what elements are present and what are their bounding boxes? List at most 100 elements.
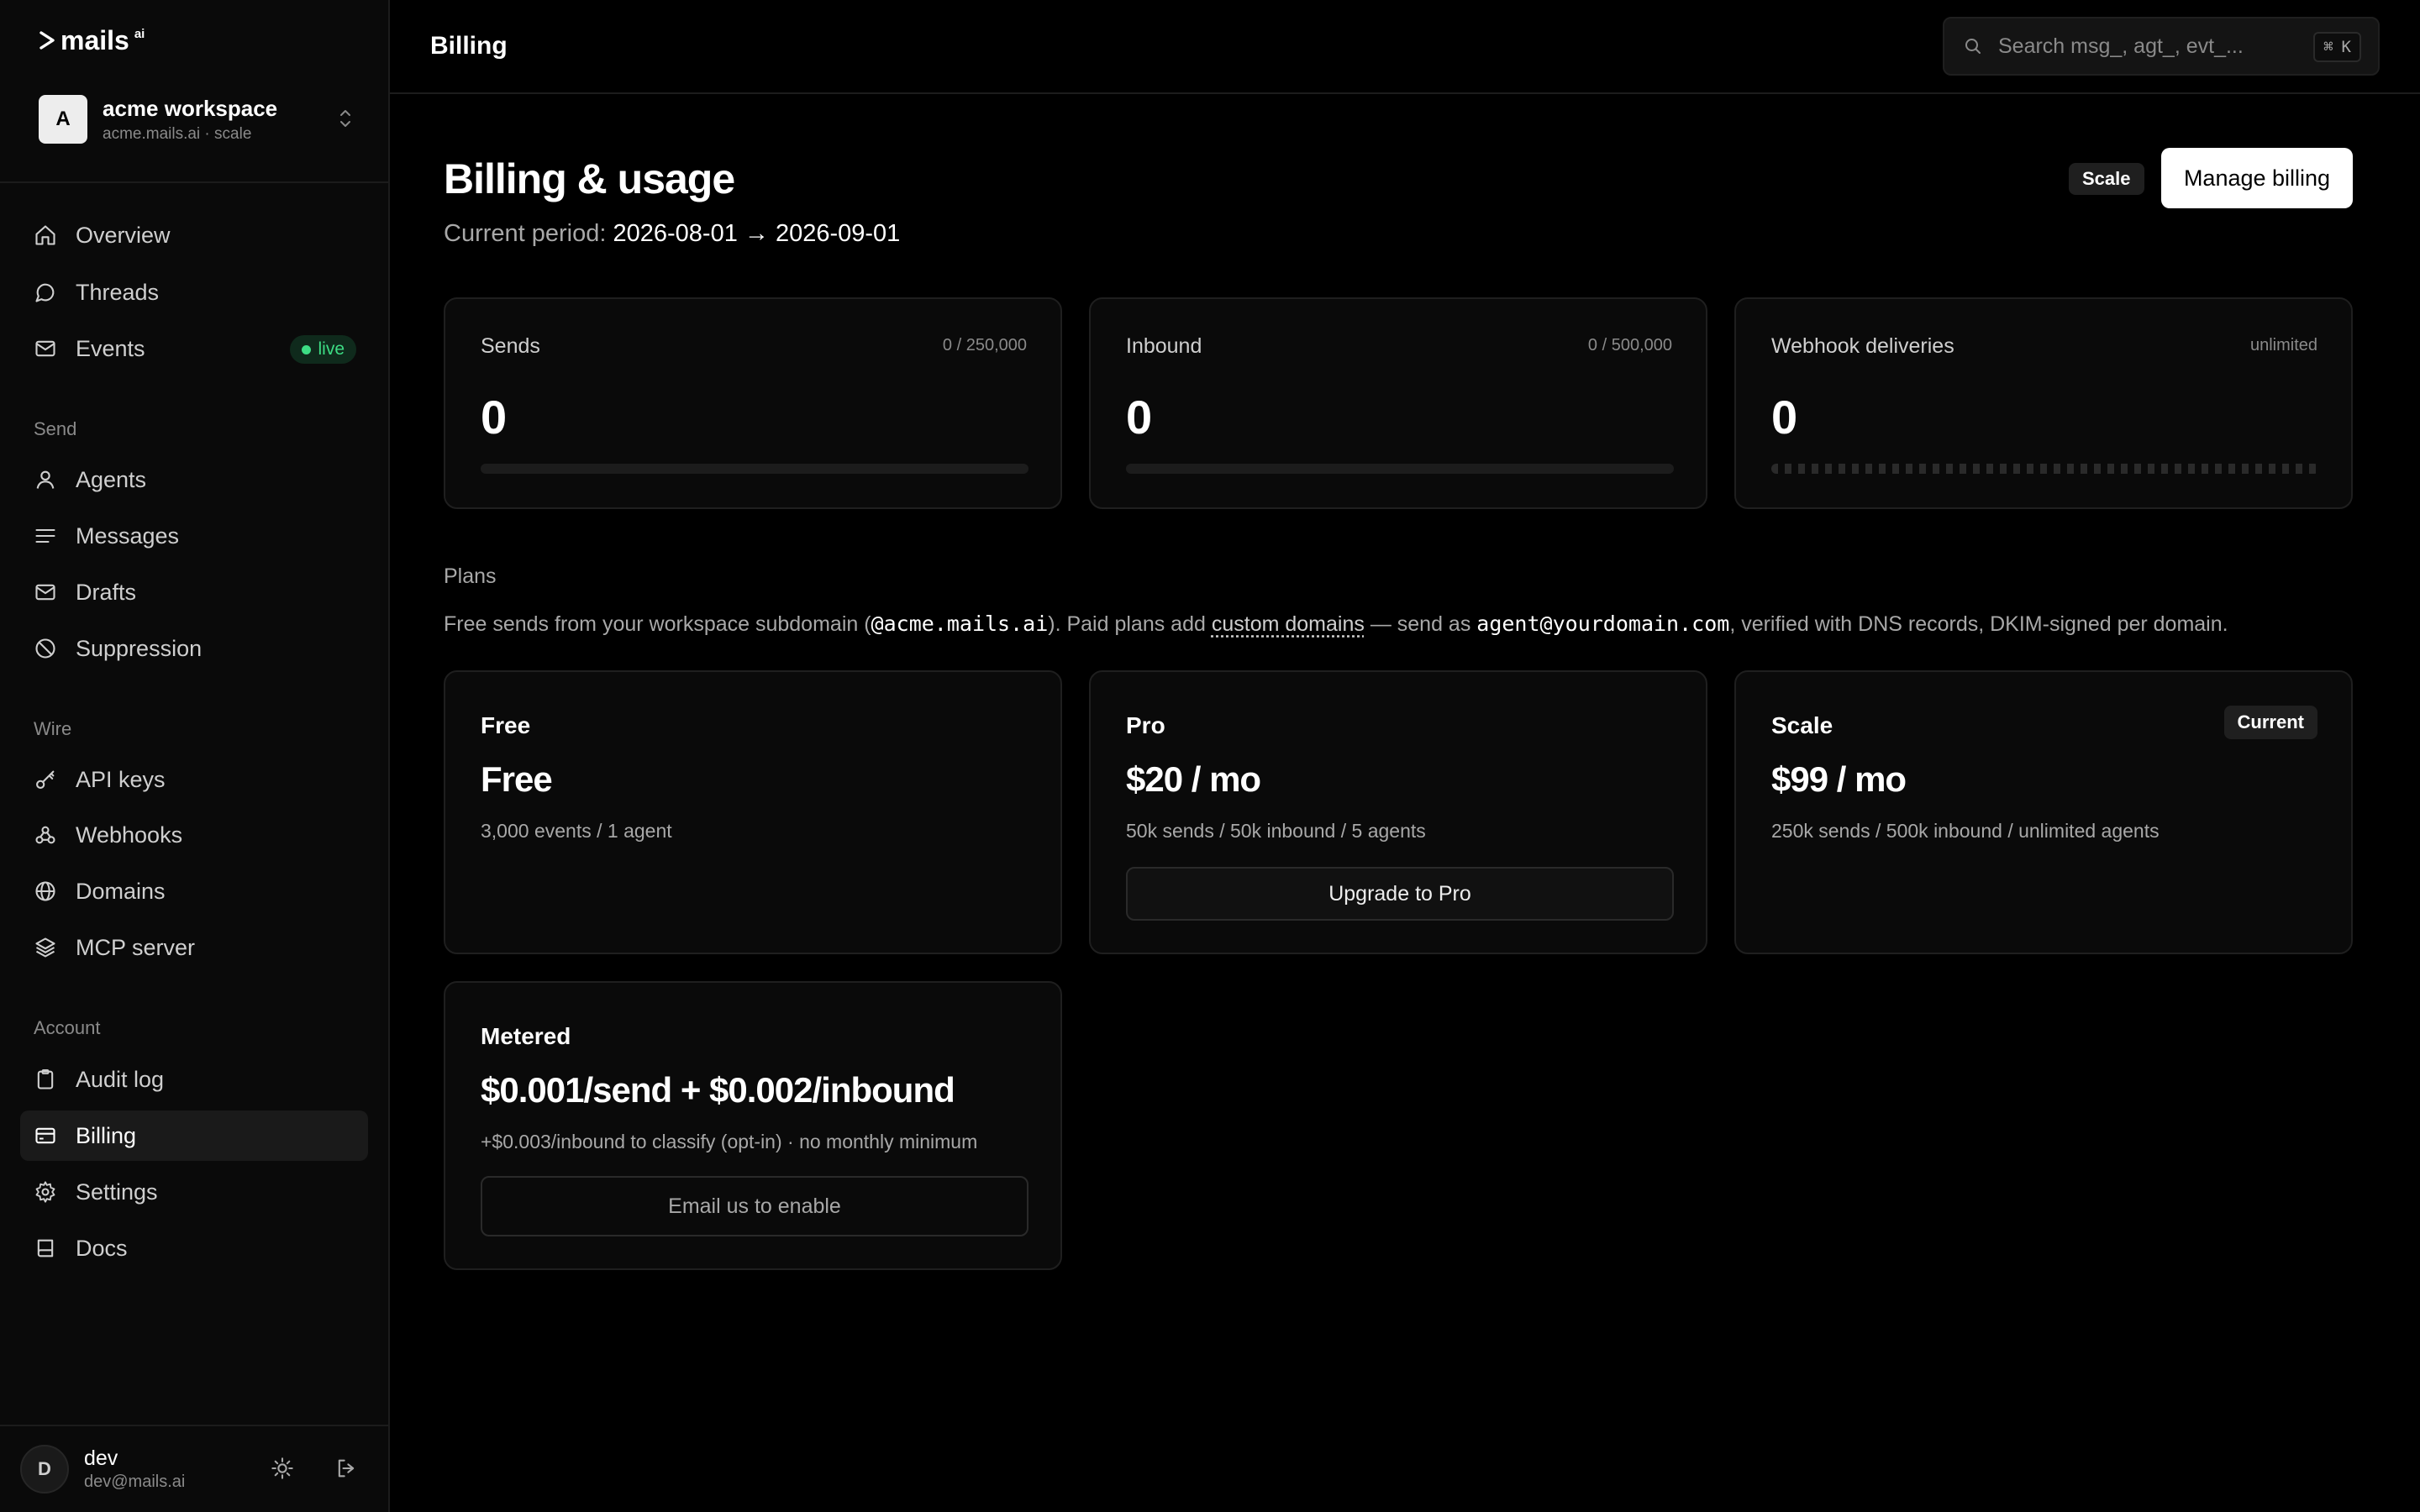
sidebar-item-label: API keys — [76, 766, 166, 792]
plan-description: 3,000 events / 1 agent — [481, 820, 672, 842]
brand-logo[interactable]: mails ai — [39, 25, 145, 55]
logout-button[interactable] — [329, 1452, 363, 1485]
sidebar-item-label: Webhooks — [76, 822, 183, 848]
sidebar-item-label: Events — [76, 335, 145, 361]
plan-name: Scale — [1771, 712, 1833, 738]
custom-domains-link[interactable]: custom domains — [1212, 612, 1365, 636]
sidebar-item-docs[interactable]: Docs — [20, 1223, 368, 1273]
sidebar-item-api-keys[interactable]: API keys — [20, 754, 368, 805]
plan-card-scale: Scale Current $99 / mo 250k sends / 500k… — [1734, 670, 2353, 954]
usage-card-inbound: Inbound 0 / 500,000 0 — [1089, 297, 1707, 509]
sidebar-item-settings[interactable]: Settings — [20, 1167, 368, 1217]
plans-desc-text: — send as — [1364, 612, 1477, 636]
usage-limit: unlimited — [2249, 336, 2317, 354]
sun-icon — [271, 1457, 293, 1479]
usage-value: 0 — [1126, 391, 1153, 444]
gear-icon — [35, 1181, 55, 1203]
sidebar: mails ai A acme workspace acme.mails.ai ·… — [0, 0, 390, 1512]
nav-section-send: Send — [34, 418, 77, 439]
current-plan-pill: Current — [2223, 706, 2317, 739]
email-us-to-enable-button[interactable]: Email us to enable — [481, 1176, 1028, 1236]
sidebar-item-label: Billing — [76, 1122, 137, 1148]
sidebar-item-drafts[interactable]: Drafts — [20, 567, 368, 617]
workspace-switcher[interactable]: A acme workspace acme.mails.ai · scale — [39, 92, 355, 146]
nav-section-account: Account — [34, 1017, 101, 1038]
command-key-icon: ⌘ — [2323, 38, 2333, 56]
sidebar-item-domains[interactable]: Domains — [20, 866, 368, 916]
plans-desc-text: ). Paid plans add — [1048, 612, 1212, 636]
user-icon — [36, 470, 55, 489]
user-divider — [0, 1425, 388, 1426]
sidebar-item-label: Domains — [76, 878, 166, 904]
user-profile[interactable]: D dev dev@mails.ai — [20, 1443, 370, 1495]
usage-card-webhook-deliveries: Webhook deliveries unlimited 0 — [1734, 297, 2353, 509]
sidebar-item-mcp-server[interactable]: MCP server — [20, 922, 368, 973]
brand-sup: ai — [134, 26, 145, 41]
plan-description: 250k sends / 500k inbound / unlimited ag… — [1771, 820, 2160, 842]
workspace-avatar: A — [39, 95, 87, 144]
sidebar-item-label: Audit log — [76, 1066, 165, 1092]
usage-limit: 0 / 250,000 — [942, 336, 1027, 354]
page-title: Billing & usage — [444, 155, 735, 202]
plan-description: 50k sends / 50k inbound / 5 agents — [1126, 820, 1426, 842]
brand-name: mails — [60, 24, 129, 55]
sidebar-item-label: Messages — [76, 522, 180, 549]
user-email: dev@mails.ai — [84, 1473, 186, 1491]
sidebar-divider — [0, 181, 388, 183]
sidebar-item-audit-log[interactable]: Audit log — [20, 1054, 368, 1105]
upgrade-to-pro-button[interactable]: Upgrade to Pro — [1126, 867, 1674, 921]
clipboard-icon — [37, 1068, 54, 1089]
search-input[interactable] — [1998, 34, 2301, 59]
sidebar-item-events[interactable]: Events live — [20, 323, 368, 374]
plan-name: Metered — [481, 1023, 571, 1049]
usage-value: 0 — [1771, 391, 1798, 444]
search-bar[interactable]: ⌘K — [1943, 17, 2380, 76]
user-avatar: D — [20, 1445, 69, 1494]
live-badge: live — [290, 335, 356, 364]
plan-card-pro: Pro $20 / mo 50k sends / 50k inbound / 5… — [1089, 670, 1707, 954]
search-icon — [1965, 39, 1981, 54]
manage-billing-button[interactable]: Manage billing — [2161, 148, 2353, 208]
sidebar-item-webhooks[interactable]: Webhooks — [20, 810, 368, 860]
sidebar-item-label: Docs — [76, 1235, 128, 1261]
plan-description: +$0.003/inbound to classify (opt-in) · n… — [481, 1131, 978, 1152]
sidebar-item-messages[interactable]: Messages — [20, 511, 368, 561]
book-icon — [37, 1239, 54, 1257]
sidebar-item-label: Drafts — [76, 579, 137, 605]
period-arrow: → — [744, 220, 769, 247]
sidebar-item-threads[interactable]: Threads — [20, 267, 368, 318]
credit-card-icon — [35, 1127, 55, 1144]
period-label: Current period: — [444, 220, 607, 247]
live-dot — [302, 344, 312, 354]
plan-card-metered: Metered $0.001/send + $0.002/inbound +$0… — [444, 981, 1062, 1270]
period-start: 2026-08-01 — [613, 220, 738, 247]
sidebar-item-suppression[interactable]: Suppression — [20, 623, 368, 674]
webhook-icon — [35, 826, 55, 844]
plans-desc-text: , verified with DNS records, DKIM-signed… — [1729, 612, 2228, 636]
subdomain-code: @acme.mails.ai — [871, 612, 1049, 636]
current-period: Current period: 2026-08-01 → 2026-09-01 — [444, 220, 900, 248]
shortcut-key: K — [2341, 38, 2351, 56]
workspace-subtitle: acme.mails.ai · scale — [103, 124, 252, 143]
plans-desc-text: Free sends from your workspace subdomain… — [444, 612, 871, 636]
usage-value: 0 — [481, 391, 508, 444]
sidebar-item-billing[interactable]: Billing — [20, 1110, 368, 1161]
usage-progress-bar — [1126, 464, 1674, 474]
layers-icon — [35, 937, 55, 958]
unlimited-usage-bar — [1771, 464, 2319, 474]
theme-toggle-button[interactable] — [266, 1452, 299, 1485]
plans-description: Free sends from your workspace subdomain… — [444, 612, 2228, 637]
sidebar-item-overview[interactable]: Overview — [20, 210, 368, 260]
sidebar-item-label: Suppression — [76, 635, 203, 661]
live-badge-label: live — [318, 339, 345, 359]
block-icon — [35, 638, 55, 659]
plan-price: Free — [481, 759, 553, 799]
custom-address-code: agent@yourdomain.com — [1476, 612, 1730, 636]
chevron-up-down-icon — [340, 110, 350, 127]
usage-progress-bar — [481, 464, 1028, 474]
plan-price: $99 / mo — [1771, 759, 1907, 799]
draft-mail-icon — [35, 584, 55, 601]
home-icon — [35, 225, 55, 245]
usage-limit: 0 / 500,000 — [1587, 336, 1672, 354]
sidebar-item-agents[interactable]: Agents — [20, 454, 368, 505]
